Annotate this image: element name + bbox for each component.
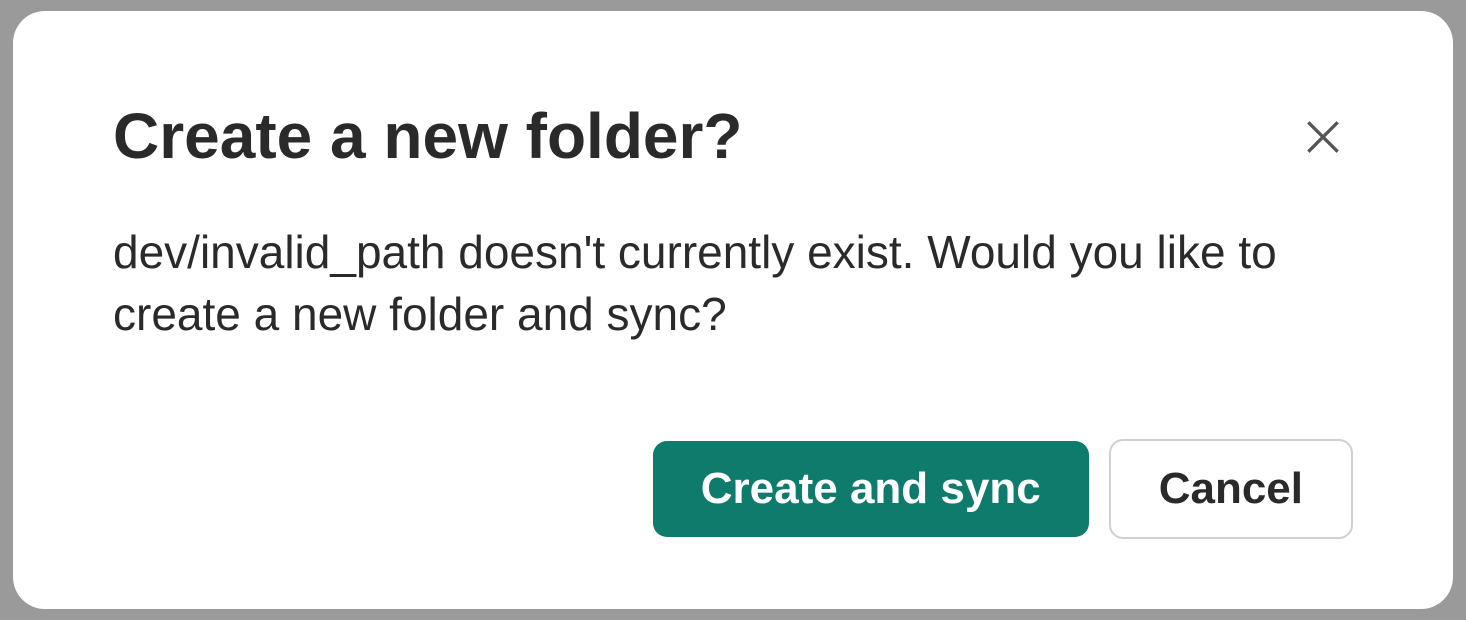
dialog-title: Create a new folder? <box>113 101 743 171</box>
dialog-footer: Create and sync Cancel <box>113 399 1353 539</box>
dialog-header: Create a new folder? <box>113 101 1353 171</box>
create-and-sync-button[interactable]: Create and sync <box>653 441 1089 537</box>
cancel-button[interactable]: Cancel <box>1109 439 1353 539</box>
close-icon <box>1301 115 1345 162</box>
dialog-message: dev/invalid_path doesn't currently exist… <box>113 221 1313 345</box>
create-folder-dialog: Create a new folder? dev/invalid_path do… <box>13 11 1453 609</box>
close-button[interactable] <box>1293 107 1353 170</box>
